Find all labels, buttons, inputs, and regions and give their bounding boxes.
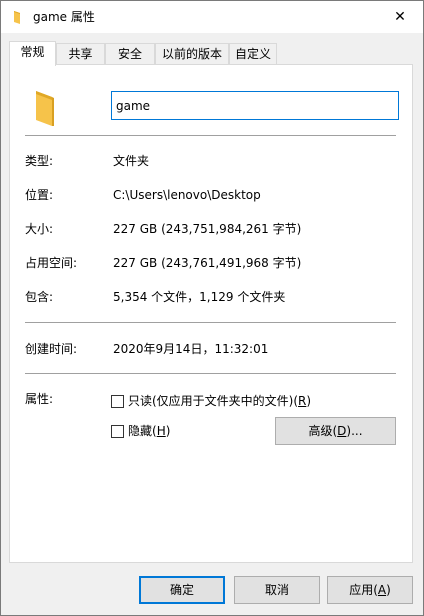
location-value: C:\Users\lenovo\Desktop [113, 188, 261, 202]
general-panel: 类型: 文件夹 位置: C:\Users\lenovo\Desktop 大小: … [9, 64, 413, 563]
window-title: game 属性 [33, 10, 95, 24]
cancel-button[interactable]: 取消 [234, 576, 320, 604]
hidden-checkbox[interactable] [111, 425, 124, 438]
size-label: 大小: [25, 222, 54, 236]
type-label: 类型: [25, 154, 54, 168]
hidden-label[interactable]: 隐藏(H) [128, 423, 170, 439]
separator [25, 135, 396, 136]
ok-button[interactable]: 确定 [139, 576, 225, 604]
size-on-disk-label: 占用空间: [25, 256, 78, 270]
tab-security[interactable]: 安全 [105, 43, 155, 65]
readonly-label[interactable]: 只读(仅应用于文件夹中的文件)(R) [128, 393, 311, 409]
tab-customize[interactable]: 自定义 [229, 43, 277, 65]
properties-dialog: game 属性 ✕ 常规 共享 安全 以前的版本 自定义 类型: 文件夹 位置:… [0, 0, 424, 616]
type-value: 文件夹 [113, 154, 150, 168]
folder-name-input[interactable] [111, 91, 399, 120]
close-button[interactable]: ✕ [377, 1, 423, 33]
tab-general[interactable]: 常规 [9, 41, 56, 66]
size-value: 227 GB (243,751,984,261 字节) [113, 222, 302, 236]
contains-value: 5,354 个文件，1,129 个文件夹 [113, 290, 286, 304]
contains-label: 包含: [25, 290, 54, 304]
attributes-label: 属性: [25, 392, 54, 406]
tab-previous-versions[interactable]: 以前的版本 [155, 43, 229, 65]
apply-button[interactable]: 应用(A) [327, 576, 413, 604]
readonly-checkbox[interactable] [111, 395, 124, 408]
folder-icon [14, 11, 20, 24]
tab-sharing[interactable]: 共享 [56, 43, 105, 65]
separator [25, 322, 396, 323]
size-on-disk-value: 227 GB (243,761,491,968 字节) [113, 256, 302, 270]
created-value: 2020年9月14日，11:32:01 [113, 342, 269, 356]
location-label: 位置: [25, 188, 54, 202]
title-bar: game 属性 ✕ [1, 1, 423, 33]
close-icon: ✕ [394, 9, 406, 25]
created-label: 创建时间: [25, 342, 78, 356]
folder-icon [36, 91, 54, 126]
separator [25, 373, 396, 374]
advanced-button[interactable]: 高级(D)... [275, 417, 396, 445]
